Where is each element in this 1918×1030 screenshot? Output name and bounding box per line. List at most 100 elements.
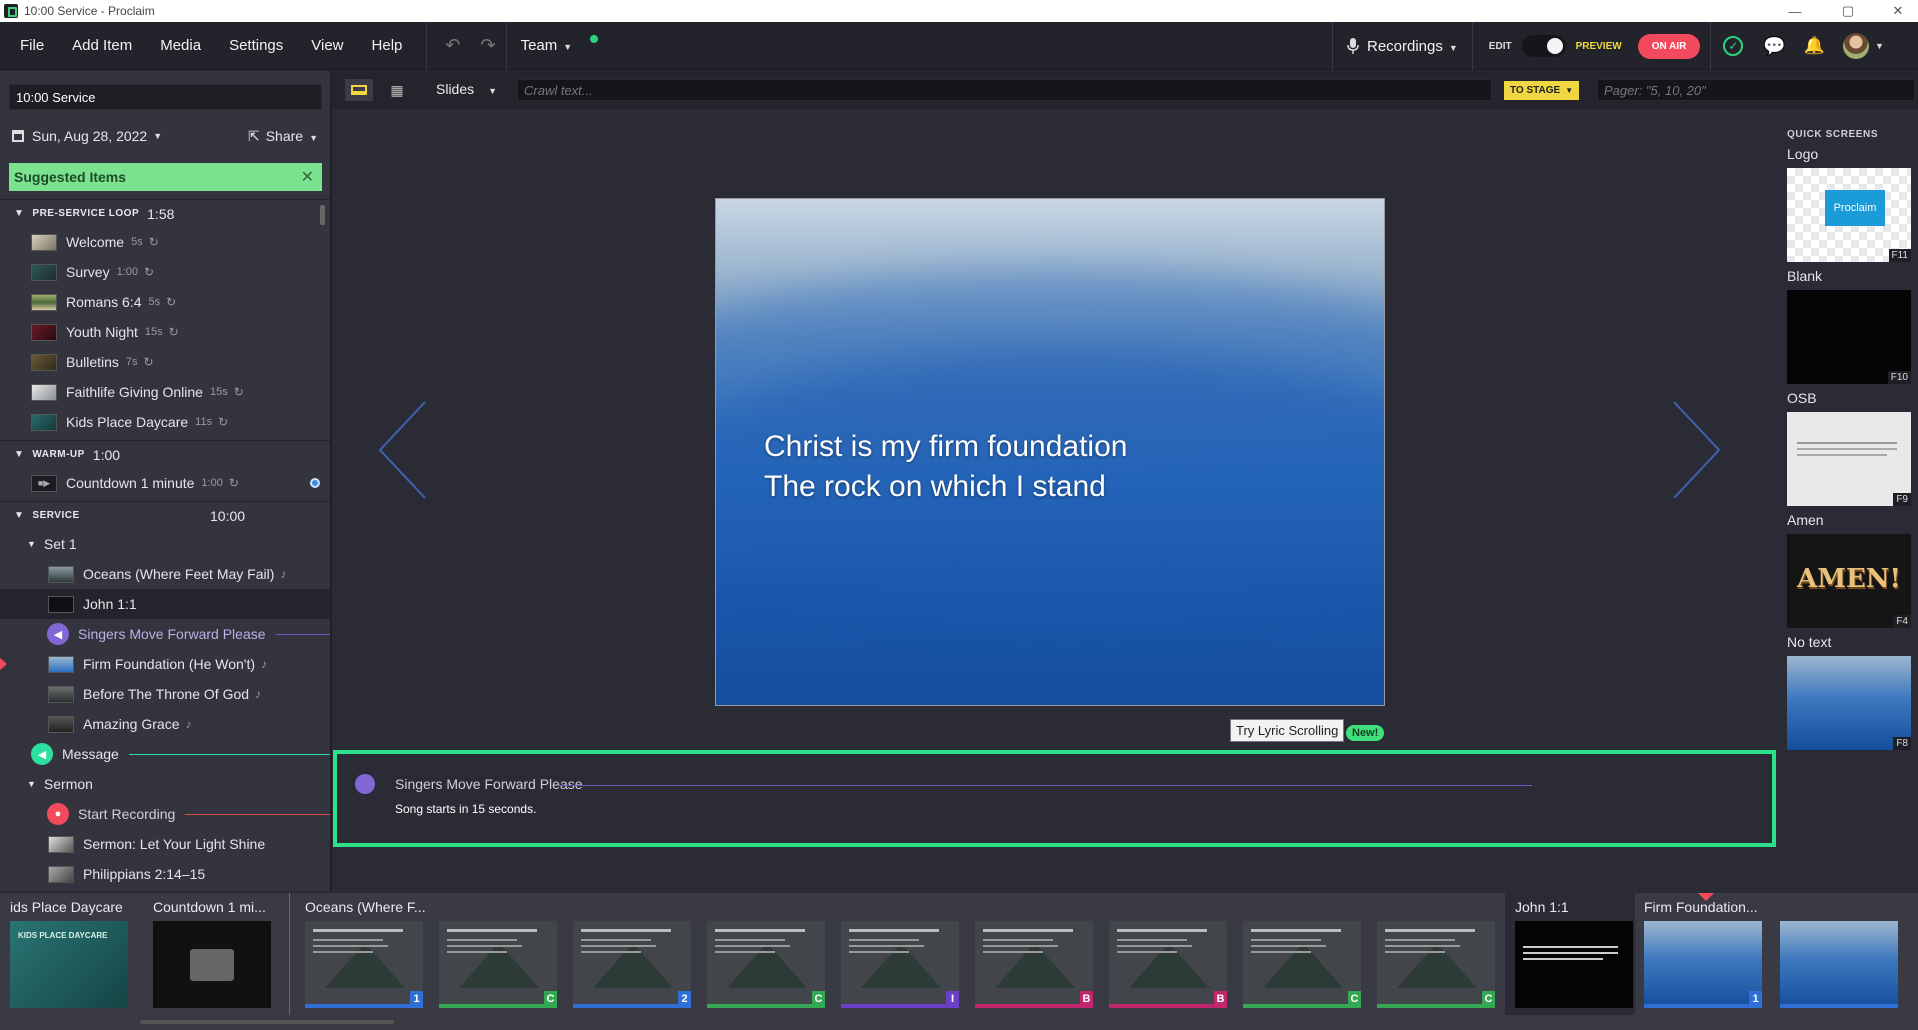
service-date[interactable]: Sun, Aug 28, 2022 xyxy=(32,128,147,144)
filmstrip-slide[interactable]: 1 xyxy=(305,921,423,1008)
loop-icon: ↻ xyxy=(144,265,155,279)
chevron-down-icon[interactable]: ▼ xyxy=(1875,41,1884,51)
previous-slide-arrow-icon[interactable] xyxy=(377,400,427,500)
minimize-icon[interactable]: — xyxy=(1775,0,1815,22)
quick-screen-amen[interactable]: AMEN! F4 xyxy=(1787,534,1911,628)
share-button[interactable]: ⇱ Share ▼ xyxy=(248,128,318,145)
sermon-header[interactable]: ▼ Sermon xyxy=(0,769,330,799)
live-marker xyxy=(0,658,7,670)
preview-label: PREVIEW xyxy=(1575,40,1622,52)
menu-settings[interactable]: Settings xyxy=(215,37,297,54)
filmstrip-slide[interactable]: I xyxy=(841,921,959,1008)
bell-icon[interactable]: 🔔 xyxy=(1804,36,1825,56)
filmstrip-slide[interactable] xyxy=(153,921,271,1008)
loop-icon: ↻ xyxy=(148,235,159,249)
filmstrip-slide[interactable]: C xyxy=(1377,921,1495,1008)
list-item[interactable]: Kids Place Daycare 11s ↻ xyxy=(0,407,330,437)
filmstrip-slide[interactable]: 1 xyxy=(1644,921,1762,1008)
redo-icon[interactable]: ↷ xyxy=(470,35,505,56)
filmstrip-group[interactable]: ids Place Daycare KIDS PLACE DAYCARE xyxy=(0,893,135,1015)
proclaim-logo: Proclaim xyxy=(1825,190,1885,226)
list-item[interactable]: ◀ Singers Move Forward Please xyxy=(0,619,330,649)
filmstrip-slide[interactable]: B xyxy=(1109,921,1227,1008)
list-item[interactable]: Bulletins 7s ↻ xyxy=(0,347,330,377)
filmstrip-slide[interactable]: 2 xyxy=(573,921,691,1008)
filmstrip-view-icon[interactable] xyxy=(345,79,373,101)
filmstrip-slide[interactable]: B xyxy=(975,921,1093,1008)
service-panel: 10:00 Service Sun, Aug 28, 2022 ▼ ⇱ Share ▼… xyxy=(0,71,332,891)
sync-check-icon[interactable]: ✓ xyxy=(1723,36,1744,56)
quick-screen-osb[interactable]: F9 xyxy=(1787,412,1911,506)
list-item[interactable]: ■▶ Countdown 1 minute 1:00 ↻ xyxy=(0,468,330,498)
filmstrip-group-john[interactable]: John 1:1 xyxy=(1505,893,1635,1015)
filmstrip-slide[interactable]: C xyxy=(707,921,825,1008)
filmstrip-group-firm[interactable]: Firm Foundation... 1 xyxy=(1638,893,1918,1015)
set-1-header[interactable]: ▼ Set 1 xyxy=(0,529,330,559)
list-item[interactable]: Firm Foundation (He Won't) ♪ xyxy=(0,649,330,679)
try-lyric-scrolling-button[interactable]: Try Lyric Scrolling xyxy=(1230,719,1345,742)
divider xyxy=(426,21,428,70)
filmstrip-slide[interactable]: KIDS PLACE DAYCARE xyxy=(10,921,128,1008)
recordings-button[interactable]: Recordings ▼ xyxy=(1333,37,1472,55)
list-item[interactable]: Oceans (Where Feet May Fail) ♪ xyxy=(0,559,330,589)
list-item[interactable]: Before The Throne Of God ♪ xyxy=(0,679,330,709)
list-item[interactable]: Romans 6:4 5s ↻ xyxy=(0,287,330,317)
next-slide-arrow-icon[interactable] xyxy=(1672,400,1722,500)
close-icon[interactable]: ✕ xyxy=(301,167,314,187)
close-icon[interactable]: ✕ xyxy=(1878,0,1918,22)
maximize-icon[interactable]: ▢ xyxy=(1828,0,1868,22)
service-name-input[interactable]: 10:00 Service xyxy=(9,84,322,110)
menu-file[interactable]: File xyxy=(0,37,58,54)
to-stage-button[interactable]: TO STAGE ▼ xyxy=(1504,81,1580,100)
on-air-button[interactable]: ON AIR xyxy=(1637,33,1701,59)
quick-screen-blank[interactable]: F10 xyxy=(1787,290,1911,384)
record-icon: ● xyxy=(47,803,69,825)
list-item[interactable]: Philippians 2:14–15 xyxy=(0,859,330,889)
filmstrip-group-oceans[interactable]: Oceans (Where F... 1C2CIBBCC xyxy=(295,893,1505,1015)
slide-lyrics: Christ is my firm foundation The rock on… xyxy=(764,430,1128,503)
grid-view-icon[interactable]: ▦ xyxy=(385,79,409,101)
avatar[interactable] xyxy=(1842,33,1869,59)
list-item[interactable]: ◀ Message xyxy=(0,739,330,769)
pager-input[interactable]: Pager: "5, 10, 20" xyxy=(1597,79,1915,101)
chat-icon[interactable]: 💬 xyxy=(1763,36,1785,57)
filmstrip-group[interactable]: Countdown 1 mi... xyxy=(143,893,288,1015)
undo-icon[interactable]: ↶ xyxy=(435,35,470,56)
list-item[interactable]: John 1:1 xyxy=(0,589,330,619)
list-item[interactable]: Survey 1:00 ↻ xyxy=(0,257,330,287)
suggested-items-banner[interactable]: Suggested Items ✕ xyxy=(9,163,322,191)
message-box[interactable]: Singers Move Forward Please Song starts … xyxy=(333,750,1776,847)
filmstrip-slide[interactable]: C xyxy=(1243,921,1361,1008)
menu-view[interactable]: View xyxy=(297,37,357,54)
video-icon xyxy=(190,949,234,981)
list-item[interactable]: Sermon: Let Your Light Shine xyxy=(0,829,330,859)
menu-add-item[interactable]: Add Item xyxy=(58,37,146,54)
filmstrip-scrollbar[interactable] xyxy=(140,1020,394,1024)
list-item[interactable]: Youth Night 15s ↻ xyxy=(0,317,330,347)
section-service[interactable]: ▼ SERVICE 10:00 xyxy=(0,501,330,529)
filmstrip-slide[interactable] xyxy=(1515,921,1633,1008)
quick-screen-label: Amen xyxy=(1787,512,1824,528)
quick-screen-label: Blank xyxy=(1787,268,1823,284)
team-button[interactable]: Team ▼ xyxy=(507,35,613,54)
menu-media[interactable]: Media xyxy=(146,37,215,54)
filmstrip-slide[interactable] xyxy=(1780,921,1898,1008)
list-item[interactable]: ● Start Recording xyxy=(0,799,330,829)
quick-screen-label: Logo xyxy=(1787,146,1819,162)
filmstrip-slide[interactable]: C xyxy=(439,921,557,1008)
list-item[interactable]: Faithlife Giving Online 15s ↻ xyxy=(0,377,330,407)
quick-screen-no-text[interactable]: F8 xyxy=(1787,656,1911,750)
section-pre-service-loop[interactable]: ▼ PRE-SERVICE LOOP 1:58 xyxy=(0,199,330,227)
section-warm-up[interactable]: ▼ WARM-UP 1:00 xyxy=(0,440,330,468)
slides-dropdown[interactable]: Slides ▼ xyxy=(436,81,497,97)
menu-help[interactable]: Help xyxy=(358,37,417,54)
list-item[interactable]: Amazing Grace ♪ xyxy=(0,709,330,739)
quick-screen-logo[interactable]: Proclaim F11 xyxy=(1787,168,1911,262)
crawl-text-input[interactable]: Crawl text... xyxy=(517,79,1492,101)
quick-screens-header: QUICK SCREENS xyxy=(1787,129,1879,140)
video-icon: ■▶ xyxy=(31,474,57,492)
slide-preview[interactable]: Christ is my firm foundation The rock on… xyxy=(715,198,1385,706)
list-scrollbar[interactable] xyxy=(320,205,325,225)
edit-preview-toggle[interactable] xyxy=(1521,35,1566,57)
list-item[interactable]: Welcome 5s ↻ xyxy=(0,227,330,257)
